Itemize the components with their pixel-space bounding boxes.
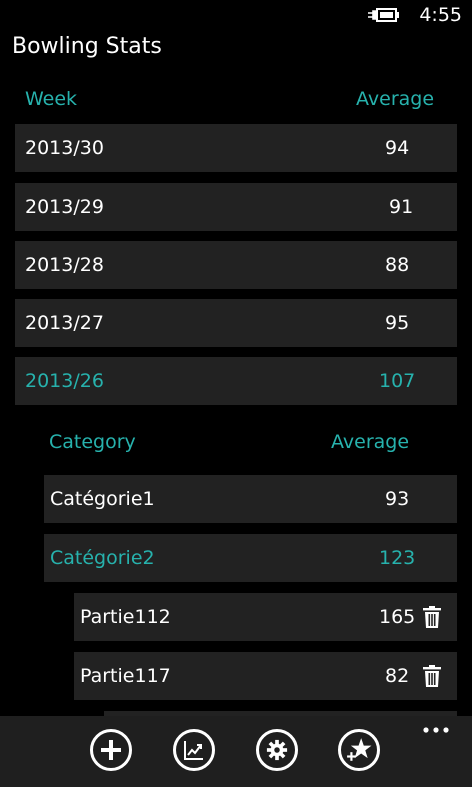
average-column-header: Average <box>356 88 435 110</box>
chart-button[interactable] <box>173 729 215 771</box>
week-average: 94 <box>385 137 410 159</box>
week-label: 2013/27 <box>25 312 104 334</box>
week-label: 2013/30 <box>25 137 104 159</box>
category-average: 123 <box>379 547 416 569</box>
game-row[interactable]: Partie117 82 <box>74 652 457 700</box>
add-favorite-button[interactable] <box>338 729 380 771</box>
week-average: 95 <box>385 312 410 334</box>
game-label: Partie117 <box>80 665 171 687</box>
week-column-header: Week <box>25 88 78 110</box>
category-average-column-header: Average <box>331 431 410 453</box>
app-bar <box>0 716 472 787</box>
week-row-selected[interactable]: 2013/26 107 <box>15 357 457 405</box>
settings-button[interactable] <box>256 729 298 771</box>
game-score: 165 <box>379 606 416 628</box>
week-average: 91 <box>389 196 414 218</box>
add-icon <box>101 740 121 760</box>
week-label: 2013/26 <box>25 370 104 392</box>
category-row-selected[interactable]: Catégorie2 123 <box>44 534 457 582</box>
category-label: Catégorie2 <box>50 547 155 569</box>
clock: 4:55 <box>419 4 462 26</box>
week-row[interactable]: 2013/28 88 <box>15 241 457 289</box>
battery-charging-icon <box>368 8 399 22</box>
page-title: Bowling Stats <box>12 34 162 59</box>
category-average: 93 <box>385 488 410 510</box>
week-average: 107 <box>379 370 416 392</box>
favorite-add-icon <box>347 738 372 761</box>
game-score: 82 <box>385 665 410 687</box>
delete-icon[interactable] <box>423 665 441 687</box>
category-label: Catégorie1 <box>50 488 155 510</box>
add-button[interactable] <box>90 729 132 771</box>
week-row[interactable]: 2013/27 95 <box>15 299 457 347</box>
category-row[interactable]: Catégorie1 93 <box>44 475 457 523</box>
week-row[interactable]: 2013/30 94 <box>15 124 457 172</box>
week-label: 2013/28 <box>25 254 104 276</box>
week-average: 88 <box>385 254 410 276</box>
more-icon[interactable] <box>420 716 454 736</box>
game-row[interactable]: Partie112 165 <box>74 593 457 641</box>
week-row[interactable]: 2013/29 91 <box>15 183 457 231</box>
chart-icon <box>184 741 203 760</box>
status-bar: 4:55 <box>0 0 472 32</box>
delete-icon[interactable] <box>423 606 441 628</box>
category-column-header: Category <box>49 431 136 453</box>
game-label: Partie112 <box>80 606 171 628</box>
week-label: 2013/29 <box>25 196 104 218</box>
settings-icon <box>266 739 288 761</box>
